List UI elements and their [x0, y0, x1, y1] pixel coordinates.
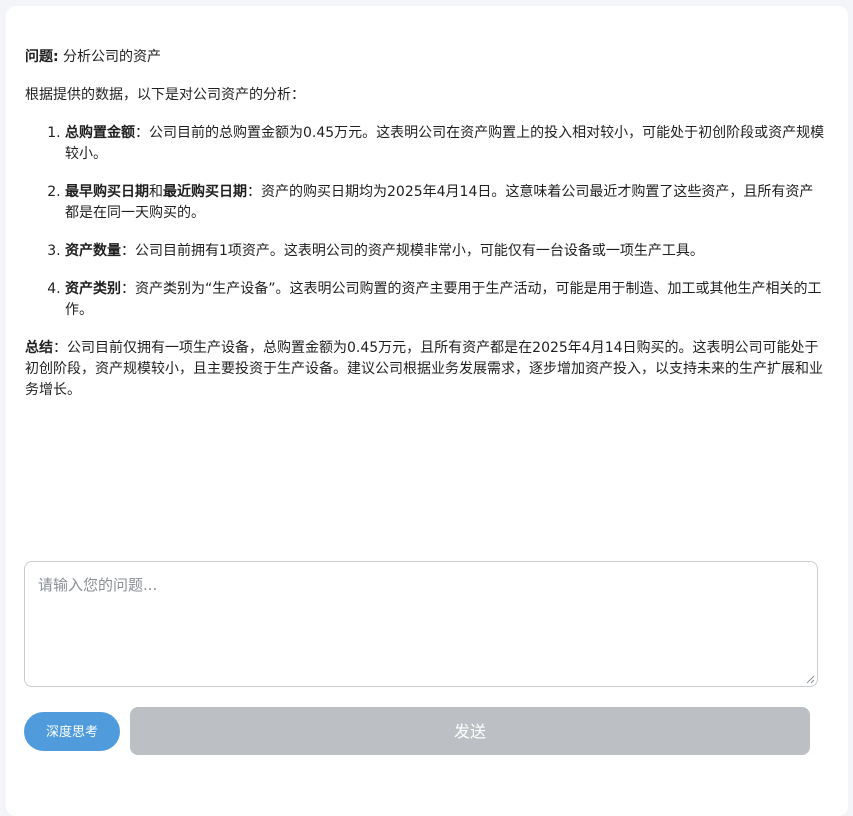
answer-intro: 根据提供的数据，以下是对公司资产的分析： — [25, 87, 305, 103]
point-text: ：公司目前的总购置金额为0.45万元。这表明公司在资产购置上的投入相对较小，可能… — [65, 125, 825, 162]
point-title: 资产数量 — [65, 243, 121, 259]
list-item: 最早购买日期和最近购买日期：资产的购买日期均为2025年4月14日。这意味着公司… — [65, 182, 825, 224]
list-item: 资产类别：资产类别为“生产设备”。这表明公司购置的资产主要用于生产活动，可能是用… — [65, 279, 825, 321]
question-input[interactable] — [24, 561, 818, 687]
chat-panel: 问题: 分析公司的资产 根据提供的数据，以下是对公司资产的分析： 总购置金额：公… — [6, 6, 848, 816]
summary-label: 总结 — [25, 340, 53, 356]
analysis-list: 总购置金额：公司目前的总购置金额为0.45万元。这表明公司在资产购置上的投入相对… — [25, 123, 825, 321]
point-title: 总购置金额 — [65, 125, 135, 141]
resize-handle-icon[interactable] — [805, 674, 815, 684]
point-middle: 和 — [149, 184, 163, 200]
answer-content: 问题: 分析公司的资产 根据提供的数据，以下是对公司资产的分析： 总购置金额：公… — [25, 47, 825, 401]
list-item: 总购置金额：公司目前的总购置金额为0.45万元。这表明公司在资产购置上的投入相对… — [65, 123, 825, 165]
summary-text: ：公司目前仅拥有一项生产设备，总购置金额为0.45万元，且所有资产都是在2025… — [25, 340, 823, 398]
summary-paragraph: 总结：公司目前仅拥有一项生产设备，总购置金额为0.45万元，且所有资产都是在20… — [25, 338, 825, 401]
send-button[interactable]: 发送 — [130, 707, 810, 755]
point-title: 最早购买日期 — [65, 184, 149, 200]
question-label: 问题: — [25, 49, 59, 65]
question-text: 分析公司的资产 — [58, 49, 162, 65]
point-text: ：资产类别为“生产设备”。这表明公司购置的资产主要用于生产活动，可能是用于制造、… — [65, 281, 822, 318]
point-text: ：公司目前拥有1项资产。这表明公司的资产规模非常小，可能仅有一台设备或一项生产工… — [121, 243, 704, 259]
question-line: 问题: 分析公司的资产 — [25, 47, 825, 68]
deep-think-button[interactable]: 深度思考 — [24, 712, 120, 751]
point-title: 资产类别 — [65, 281, 121, 297]
point-title-2: 最近购买日期 — [163, 184, 247, 200]
list-item: 资产数量：公司目前拥有1项资产。这表明公司的资产规模非常小，可能仅有一台设备或一… — [65, 241, 825, 262]
